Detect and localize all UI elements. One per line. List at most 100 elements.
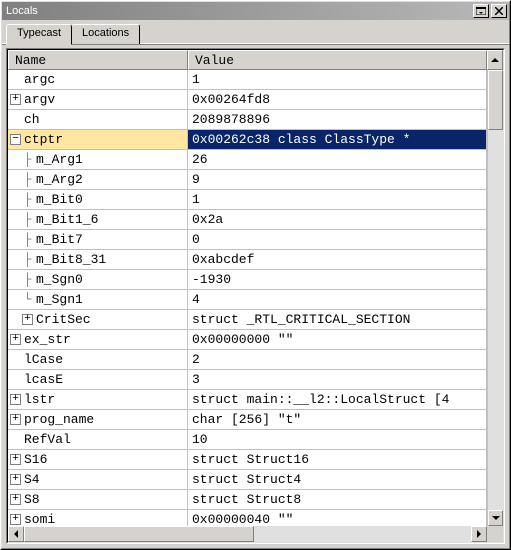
variable-value: struct Struct16 [192, 452, 309, 467]
vscroll-track[interactable] [488, 70, 503, 510]
locals-window: Locals Typecast [0, 0, 511, 550]
variable-row[interactable]: ├m_Bit1_60x2a [8, 210, 487, 230]
value-cell[interactable]: 9 [188, 170, 487, 190]
variable-value: 0x00000040 "" [192, 512, 293, 526]
variable-row[interactable]: +S4struct Struct4 [8, 470, 487, 490]
variable-row[interactable]: ├m_Bit70 [8, 230, 487, 250]
hscroll-thumb[interactable] [24, 526, 254, 542]
variable-row[interactable]: ├m_Arg126 [8, 150, 487, 170]
variable-row[interactable]: lcasE3 [8, 370, 487, 390]
variable-row[interactable]: −ctptr0x00262c38 class ClassType * [8, 130, 487, 150]
value-cell[interactable]: 1 [188, 190, 487, 210]
vscroll-thumb[interactable] [488, 70, 503, 130]
expand-icon[interactable]: + [22, 314, 33, 325]
variable-value: 0x00000000 "" [192, 332, 293, 347]
value-cell[interactable]: 0x00262c38 class ClassType * [188, 130, 487, 150]
scroll-up-button[interactable] [487, 50, 503, 70]
column-header-value[interactable]: Value [188, 50, 487, 70]
name-cell: RefVal [8, 430, 188, 450]
variable-row[interactable]: ├m_Arg29 [8, 170, 487, 190]
value-cell[interactable]: 0 [188, 230, 487, 250]
variable-name: ex_str [24, 332, 187, 347]
tab-typecast[interactable]: Typecast [6, 24, 72, 45]
expand-icon[interactable]: + [10, 94, 21, 105]
titlebar: Locals [2, 2, 509, 20]
value-cell[interactable]: 3 [188, 370, 487, 390]
scroll-up-icon [491, 56, 499, 64]
tab-locations[interactable]: Locations [71, 24, 140, 44]
variable-row[interactable]: +ex_str 0x00000000 "" [8, 330, 487, 350]
value-cell[interactable]: 1 [188, 70, 487, 90]
value-cell[interactable]: struct Struct8 [188, 490, 487, 510]
vertical-scrollbar[interactable] [487, 70, 503, 526]
variable-value: struct main::__l2::LocalStruct [4 [192, 392, 449, 407]
expand-icon[interactable]: + [10, 474, 21, 485]
expand-icon[interactable]: + [10, 454, 21, 465]
dock-button[interactable] [473, 4, 489, 18]
variable-row[interactable]: +argv0x00264fd8 [8, 90, 487, 110]
scroll-down-button[interactable] [488, 510, 503, 526]
value-cell[interactable]: -1930 [188, 270, 487, 290]
value-cell[interactable]: 0x00000000 "" [188, 330, 487, 350]
window-inner: Locals Typecast [1, 1, 510, 549]
variable-row[interactable]: +CritSecstruct _RTL_CRITICAL_SECTION [8, 310, 487, 330]
name-cell: lcasE [8, 370, 188, 390]
scroll-left-button[interactable] [8, 526, 24, 542]
horizontal-scrollbar[interactable] [8, 526, 503, 542]
expand-icon[interactable]: + [10, 334, 21, 345]
variable-row[interactable]: ├m_Bit01 [8, 190, 487, 210]
variable-row[interactable]: ├m_Sgn0-1930 [8, 270, 487, 290]
expand-icon[interactable]: + [10, 514, 21, 525]
name-cell: +prog_name [8, 410, 188, 430]
hscroll-track[interactable] [24, 526, 471, 542]
variable-row[interactable]: +S16struct Struct16 [8, 450, 487, 470]
variable-row[interactable]: RefVal10 [8, 430, 487, 450]
variable-row[interactable]: ch2089878896 [8, 110, 487, 130]
value-cell[interactable]: 0x2a [188, 210, 487, 230]
variable-row[interactable]: lCase2 [8, 350, 487, 370]
variable-name: lstr [24, 392, 187, 407]
close-button[interactable] [491, 4, 507, 18]
value-cell[interactable]: char [256] "t" [188, 410, 487, 430]
value-cell[interactable]: 2089878896 [188, 110, 487, 130]
column-header-name[interactable]: Name [8, 50, 188, 70]
tab-label: Locations [82, 27, 129, 39]
header-label: Name [15, 53, 46, 68]
expand-icon[interactable]: + [10, 494, 21, 505]
variable-name: ch [24, 112, 187, 127]
variable-value: 9 [192, 172, 200, 187]
name-cell: +ex_str [8, 330, 188, 350]
variable-row[interactable]: +S8struct Struct8 [8, 490, 487, 510]
variable-name: m_Bit1_6 [36, 212, 187, 227]
name-cell: ├m_Bit1_6 [8, 210, 188, 230]
scroll-right-button[interactable] [471, 526, 487, 542]
variable-row[interactable]: └m_Sgn14 [8, 290, 487, 310]
name-cell: lCase [8, 350, 188, 370]
tree-branch-icon: ├ [22, 172, 33, 187]
value-cell[interactable]: 4 [188, 290, 487, 310]
tree-branch-icon: ├ [22, 152, 33, 167]
variable-row[interactable]: +prog_namechar [256] "t" [8, 410, 487, 430]
value-cell[interactable]: 2 [188, 350, 487, 370]
variable-row[interactable]: ├m_Bit8_310xabcdef [8, 250, 487, 270]
variable-value: -1930 [192, 272, 231, 287]
value-cell[interactable]: 0x00264fd8 [188, 90, 487, 110]
collapse-icon[interactable]: − [10, 134, 21, 145]
value-cell[interactable]: 26 [188, 150, 487, 170]
value-cell[interactable]: struct Struct16 [188, 450, 487, 470]
value-cell[interactable]: 0x00000040 "" [188, 510, 487, 526]
variable-row[interactable]: argc1 [8, 70, 487, 90]
value-cell[interactable]: struct Struct4 [188, 470, 487, 490]
value-cell[interactable]: 10 [188, 430, 487, 450]
name-cell: −ctptr [8, 130, 188, 150]
variable-name: RefVal [24, 432, 187, 447]
value-cell[interactable]: struct main::__l2::LocalStruct [4 [188, 390, 487, 410]
expand-icon[interactable]: + [10, 414, 21, 425]
grid-inner: Name Value argc1+argv0x00264fd8ch2089878… [7, 49, 504, 543]
variable-row[interactable]: +somi0x00000040 "" [8, 510, 487, 526]
expand-icon[interactable]: + [10, 394, 21, 405]
variable-row[interactable]: +lstr struct main::__l2::LocalStruct [4 [8, 390, 487, 410]
value-cell[interactable]: struct _RTL_CRITICAL_SECTION [188, 310, 487, 330]
variable-name: m_Sgn0 [36, 272, 187, 287]
value-cell[interactable]: 0xabcdef [188, 250, 487, 270]
